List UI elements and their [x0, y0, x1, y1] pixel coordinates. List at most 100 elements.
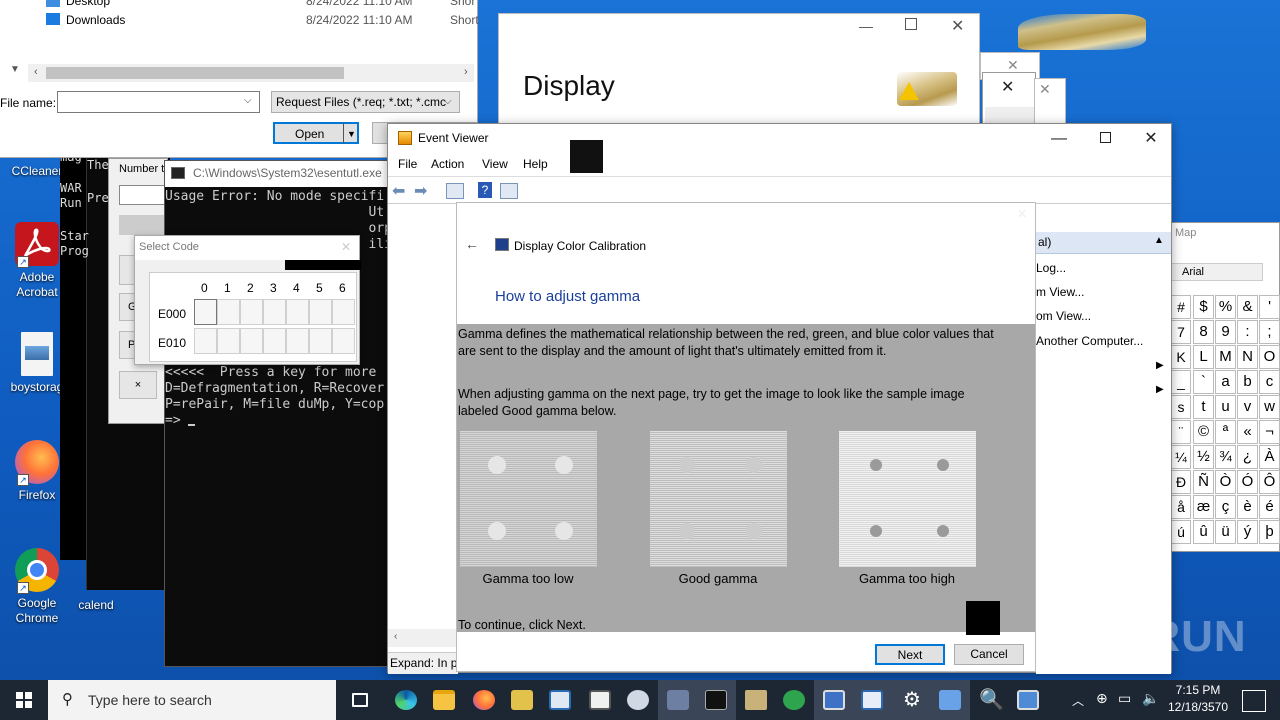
character-cell[interactable]: ': [1259, 295, 1280, 319]
code-cell[interactable]: [286, 328, 309, 354]
character-cell[interactable]: ¾: [1215, 445, 1236, 469]
close-icon[interactable]: ✕: [1017, 207, 1027, 221]
character-cell[interactable]: ½: [1193, 445, 1214, 469]
character-cell[interactable]: 7: [1171, 320, 1191, 344]
taskbar-event-viewer[interactable]: [658, 680, 698, 720]
character-cell[interactable]: t: [1193, 395, 1214, 419]
character-cell[interactable]: w: [1259, 395, 1280, 419]
search-box[interactable]: ⚲ Type here to search: [48, 680, 336, 720]
character-cell[interactable]: ç: [1215, 495, 1236, 519]
actions-header[interactable]: al) ▲: [1036, 232, 1171, 254]
code-cell[interactable]: [263, 299, 286, 325]
character-cell[interactable]: O: [1259, 345, 1280, 369]
event-viewer-titlebar[interactable]: Event Viewer — ✕: [388, 124, 1174, 173]
character-cell[interactable]: &: [1237, 295, 1258, 319]
taskbar-app[interactable]: [540, 680, 580, 720]
taskbar-firefox[interactable]: [464, 680, 504, 720]
filename-input[interactable]: ⌵: [57, 91, 260, 113]
select-code-titlebar[interactable]: Select Code ✕: [135, 236, 359, 260]
close-icon[interactable]: ✕: [1128, 124, 1174, 154]
taskbar-app[interactable]: [1008, 680, 1048, 720]
code-cell[interactable]: [332, 299, 355, 325]
code-cell[interactable]: [194, 299, 217, 325]
task-view-button[interactable]: [340, 680, 380, 720]
character-cell[interactable]: b: [1237, 370, 1258, 394]
stacked-window[interactable]: ✕: [982, 72, 1036, 124]
cancel-button[interactable]: Cancel: [954, 644, 1024, 665]
character-cell[interactable]: :: [1237, 320, 1258, 344]
character-cell[interactable]: ¼: [1171, 445, 1191, 469]
horizontal-scrollbar[interactable]: ‹ ›: [28, 64, 474, 82]
character-cell[interactable]: ª: [1215, 420, 1236, 444]
notification-icon[interactable]: [1242, 690, 1266, 712]
character-cell[interactable]: s: [1171, 395, 1191, 419]
character-cell[interactable]: #: [1171, 295, 1191, 319]
dropdown-arrow-icon[interactable]: ▼: [347, 124, 356, 144]
open-button[interactable]: Open ▼: [273, 122, 359, 144]
code-cell[interactable]: [263, 328, 286, 354]
scroll-left-icon[interactable]: ‹: [34, 66, 38, 78]
volume-icon[interactable]: 🔈: [1142, 690, 1159, 707]
taskbar-console[interactable]: [696, 680, 736, 720]
menu-view[interactable]: View: [482, 157, 508, 171]
close-icon[interactable]: ✕: [1039, 81, 1051, 98]
code-cell[interactable]: [194, 328, 217, 354]
select-code-dialog[interactable]: Select Code ✕ 0 1 2 3 4 5 6 E000 E010: [134, 235, 361, 365]
font-select[interactable]: Arial: [1171, 263, 1263, 281]
close-icon[interactable]: ✕: [341, 240, 351, 254]
character-cell[interactable]: N: [1237, 345, 1258, 369]
character-cell[interactable]: Ò: [1215, 470, 1236, 494]
character-cell[interactable]: þ: [1259, 520, 1280, 544]
character-cell[interactable]: L: [1193, 345, 1214, 369]
code-cell[interactable]: [217, 299, 240, 325]
character-cell[interactable]: M: [1215, 345, 1236, 369]
show-hide-tree-icon[interactable]: [446, 183, 464, 199]
character-cell[interactable]: 9: [1215, 320, 1236, 344]
taskbar-settings[interactable]: ⚙: [892, 680, 932, 720]
character-cell[interactable]: %: [1215, 295, 1236, 319]
character-cell[interactable]: À: [1259, 445, 1280, 469]
action-item[interactable]: om View...: [1036, 309, 1091, 323]
taskbar-app[interactable]: [774, 680, 814, 720]
show-action-pane-icon[interactable]: [500, 183, 518, 199]
character-cell[interactable]: è: [1237, 495, 1258, 519]
number-button[interactable]: [119, 215, 167, 235]
scroll-right-icon[interactable]: ›: [464, 66, 468, 78]
code-grid[interactable]: 0 1 2 3 4 5 6 E000 E010: [149, 272, 357, 362]
code-cell[interactable]: [332, 328, 355, 354]
character-cell[interactable]: ¨: [1171, 420, 1191, 444]
taskbar-edge[interactable]: [386, 680, 426, 720]
character-cell[interactable]: K: [1171, 345, 1191, 369]
actions-pane[interactable]: al) ▲ Log... m View... om View... Anothe…: [1036, 204, 1171, 674]
taskbar-app[interactable]: 🔍: [970, 680, 1010, 720]
tree-pane[interactable]: [388, 204, 458, 674]
clock-time[interactable]: 7:15 PM: [1168, 683, 1228, 697]
character-cell[interactable]: $: [1193, 295, 1214, 319]
help-icon[interactable]: ?: [478, 182, 492, 198]
character-cell[interactable]: `: [1193, 370, 1214, 394]
minimize-icon[interactable]: —: [1036, 124, 1082, 154]
filter-select[interactable]: Request Files (*.req; *.txt; *.cmc ⌵: [271, 91, 460, 113]
submenu-arrow-icon[interactable]: ▶: [1156, 384, 1164, 395]
taskbar-app[interactable]: [930, 680, 970, 720]
console-titlebar[interactable]: C:\Windows\System32\esentutl.exe: [165, 161, 389, 187]
character-cell[interactable]: é: [1259, 495, 1280, 519]
maximize-icon[interactable]: [905, 18, 917, 30]
collapse-icon[interactable]: ▲: [1154, 235, 1164, 246]
ethernet-icon[interactable]: ▭: [1118, 690, 1131, 707]
character-cell[interactable]: ý: [1237, 520, 1258, 544]
close-icon[interactable]: ✕: [951, 16, 964, 36]
character-cell[interactable]: Ð: [1171, 470, 1191, 494]
taskbar-app[interactable]: [852, 680, 892, 720]
scrollbar-thumb[interactable]: [46, 67, 344, 79]
scroll-left-icon[interactable]: ‹: [394, 631, 397, 642]
action-item[interactable]: Log...: [1036, 261, 1066, 275]
code-cell[interactable]: [217, 328, 240, 354]
character-cell[interactable]: û: [1193, 520, 1214, 544]
code-cell[interactable]: [286, 299, 309, 325]
back-arrow-icon[interactable]: ←: [465, 236, 479, 252]
character-cell[interactable]: a: [1215, 370, 1236, 394]
taskbar-app[interactable]: [580, 680, 620, 720]
character-cell[interactable]: ¿: [1237, 445, 1258, 469]
character-cell[interactable]: Ô: [1259, 470, 1280, 494]
